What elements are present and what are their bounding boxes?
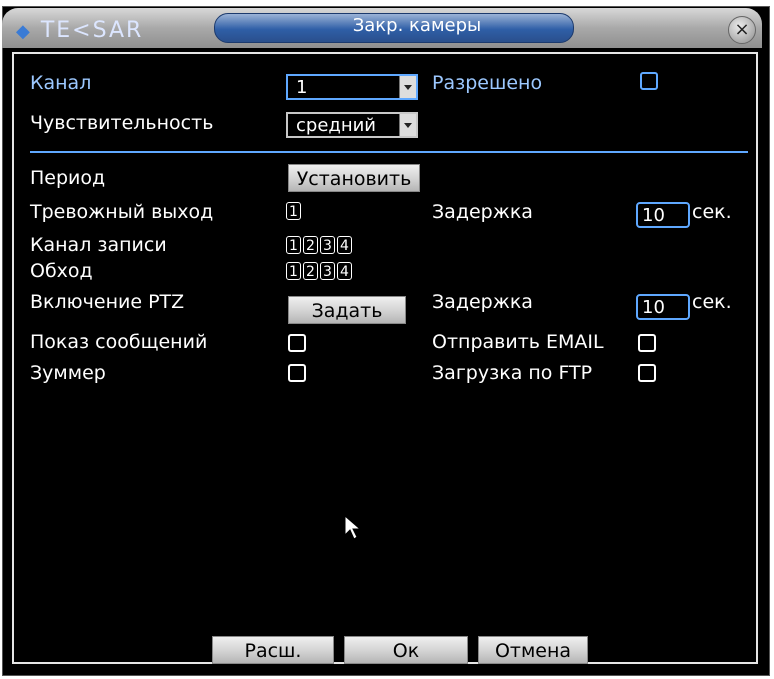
period-set-button[interactable]: Установить (288, 164, 420, 192)
show-message-checkbox[interactable] (288, 334, 306, 352)
brand-logo: ◆ TE<SAR (16, 18, 143, 43)
sensitivity-value: средний (296, 115, 377, 136)
chevron-down-icon[interactable] (399, 76, 416, 98)
send-email-label: Отправить EMAIL (432, 331, 604, 353)
title-bar: ◆ TE<SAR Закр. камеры × (2, 8, 762, 48)
cancel-button[interactable]: Отмена (478, 636, 588, 664)
record-channel-3[interactable]: 3 (320, 236, 335, 254)
sensitivity-select[interactable]: средний (286, 112, 418, 138)
ptz-label: Включение PTZ (30, 291, 185, 313)
record-channel-1[interactable]: 1 (286, 236, 301, 254)
tour-channel-3[interactable]: 3 (320, 262, 335, 280)
delay-unit: сек. (692, 201, 732, 223)
ptz-delay-unit: сек. (692, 291, 732, 313)
dialog-title: Закр. камеры (352, 15, 482, 36)
section-divider (30, 151, 748, 153)
ftp-upload-label: Загрузка по FTP (432, 362, 593, 384)
chevron-down-icon[interactable] (399, 114, 416, 136)
tour-channel-1[interactable]: 1 (286, 262, 301, 280)
close-button[interactable]: × (728, 16, 756, 44)
ptz-delay-input[interactable]: 10 (636, 294, 690, 320)
mouse-pointer-icon (344, 515, 362, 540)
tour-channel-4[interactable]: 4 (337, 262, 352, 280)
sensitivity-label: Чувствительность (30, 112, 214, 134)
close-icon: × (734, 19, 750, 40)
advanced-button[interactable]: Расш. (212, 636, 334, 664)
ftp-upload-checkbox[interactable] (638, 364, 656, 382)
buzzer-label: Зуммер (30, 362, 106, 384)
tour-label: Обход (30, 260, 93, 282)
ok-button[interactable]: Ок (344, 636, 468, 664)
period-label: Период (30, 167, 106, 189)
settings-panel: Канал 1 Разрешено Чувствительность средн… (12, 52, 758, 664)
buzzer-checkbox[interactable] (288, 364, 306, 382)
tour-channel-2[interactable]: 2 (303, 262, 318, 280)
delay-label: Задержка (432, 201, 533, 223)
logo-arrows-icon: ◆ (16, 21, 32, 42)
record-channel-2[interactable]: 2 (303, 236, 318, 254)
record-channel-4[interactable]: 4 (337, 236, 352, 254)
channel-label: Канал (30, 72, 92, 94)
ptz-delay-label: Задержка (432, 291, 533, 313)
alarm-out-channel-1[interactable]: 1 (286, 202, 301, 220)
delay-value: 10 (642, 205, 665, 226)
enabled-checkbox[interactable] (640, 72, 658, 90)
alarm-out-channels: 1 (286, 202, 301, 220)
tour-channels: 1 2 3 4 (286, 262, 352, 280)
logo-text: TE<SAR (40, 18, 144, 43)
alarm-out-label: Тревожный выход (30, 201, 214, 223)
ptz-delay-value: 10 (642, 297, 665, 318)
enabled-label: Разрешено (432, 72, 543, 94)
record-channel-label: Канал записи (30, 234, 167, 256)
record-channels: 1 2 3 4 (286, 236, 352, 254)
channel-select[interactable]: 1 (286, 74, 418, 100)
delay-input[interactable]: 10 (636, 202, 690, 228)
show-message-label: Показ сообщений (30, 331, 208, 353)
send-email-checkbox[interactable] (638, 334, 656, 352)
ptz-set-button[interactable]: Задать (288, 296, 406, 324)
channel-value: 1 (296, 77, 308, 98)
